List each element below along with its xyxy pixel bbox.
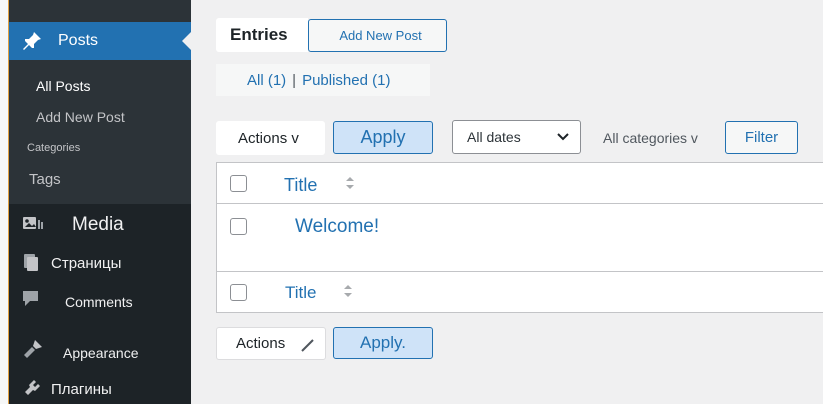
filter-separator: | [292, 71, 297, 89]
bulk-actions-select-bottom[interactable]: Actions [216, 327, 326, 360]
appearance-icon [22, 339, 42, 359]
apply-button-top[interactable]: Apply [333, 121, 433, 154]
apply-button-bottom[interactable]: Apply. [333, 327, 433, 359]
sidebar-item-label: Appearance [63, 345, 139, 361]
submenu-all-posts[interactable]: All Posts [36, 78, 90, 94]
pages-icon [22, 253, 42, 273]
bulk-actions-label: Actions [236, 335, 286, 352]
date-filter-value: All dates [467, 129, 521, 145]
sidebar-item-label: Media [72, 214, 124, 235]
add-new-post-button[interactable]: Add New Post [308, 19, 447, 52]
posts-submenu: All Posts Add New Post Categories Tags [9, 60, 191, 204]
post-title-link[interactable]: Welcome! [295, 216, 379, 238]
select-all-checkbox[interactable] [230, 175, 247, 192]
window-edge [0, 0, 9, 404]
status-filter-links: All (1) | Published (1) [216, 64, 430, 96]
sidebar-item-pages[interactable]: Страницы [9, 248, 191, 278]
table-footer-row: Title [217, 272, 823, 313]
sidebar-item-posts[interactable]: Posts [9, 22, 191, 60]
posts-table: Title Welcome! Title [216, 162, 823, 313]
sort-arrows-icon [343, 174, 357, 192]
sidebar-item-media[interactable]: Media [9, 209, 191, 239]
pushpin-icon [21, 30, 43, 52]
table-row: Welcome! [217, 204, 823, 272]
sidebar-item-label: Comments [65, 294, 133, 310]
media-icon [22, 214, 43, 234]
admin-sidebar: Posts All Posts Add New Post Categories … [9, 0, 191, 404]
select-all-checkbox-footer[interactable] [230, 284, 247, 301]
title-column-sort-link-footer[interactable]: Title [285, 283, 317, 303]
page-title: Entries [216, 18, 308, 52]
sidebar-item-label: Страницы [51, 255, 122, 272]
sidebar-top-strip [9, 0, 191, 22]
sidebar-item-comments[interactable]: Comments [9, 286, 191, 316]
submenu-tags[interactable]: Tags [29, 171, 61, 188]
current-menu-arrow [182, 32, 191, 50]
chevron-down-icon [556, 130, 570, 147]
date-filter-select[interactable]: All dates [452, 120, 581, 154]
table-header-row: Title [217, 163, 823, 204]
filter-all-link[interactable]: All (1) [247, 72, 286, 89]
sidebar-item-label: Posts [58, 32, 99, 49]
row-checkbox[interactable] [230, 218, 247, 235]
plugins-icon [22, 378, 42, 398]
sidebar-item-plugins[interactable]: Плагины [9, 374, 191, 404]
filter-published-link[interactable]: Published (1) [302, 72, 390, 89]
submenu-categories[interactable]: Categories [27, 142, 80, 154]
sort-arrows-icon [341, 282, 355, 300]
bulk-actions-select-top[interactable]: Actions v [216, 121, 325, 155]
sidebar-item-appearance[interactable]: Appearance [9, 336, 191, 366]
category-filter-select[interactable]: All categories v [603, 130, 698, 146]
pencil-icon [300, 337, 316, 357]
comments-icon [22, 289, 42, 309]
title-column-sort-link[interactable]: Title [284, 175, 317, 196]
filter-button[interactable]: Filter [725, 121, 798, 154]
sidebar-item-label: Плагины [51, 381, 112, 398]
submenu-add-new-post[interactable]: Add New Post [36, 109, 125, 125]
